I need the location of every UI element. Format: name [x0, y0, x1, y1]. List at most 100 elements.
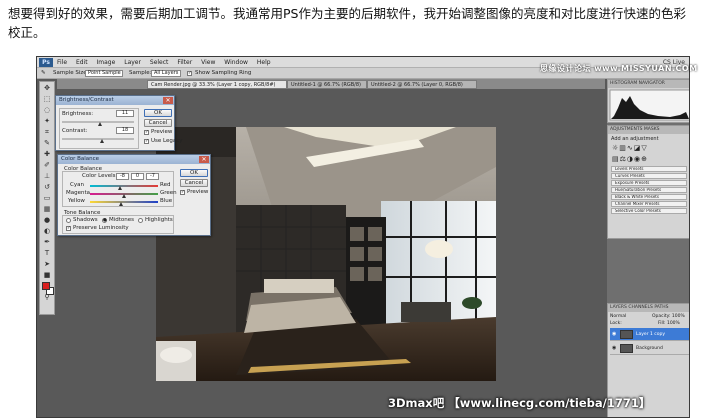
adjustments-panel-tabs[interactable]: ADJUSTMENTS MASKS [608, 126, 689, 134]
brightness-contrast-close-icon[interactable]: ✕ [163, 97, 173, 104]
cyan-red-slider[interactable] [90, 185, 158, 187]
color-balance-ok-button[interactable]: OK [180, 169, 208, 177]
brightness-cancel-button[interactable]: Cancel [144, 119, 172, 127]
color-level-2-input[interactable]: 0 [131, 173, 144, 180]
blend-mode-select[interactable]: Normal [610, 314, 626, 319]
preset-levels[interactable]: Levels Presets [611, 166, 687, 172]
menu-help[interactable]: Help [257, 59, 271, 66]
tools-panel: ✥ ⬚ ◌ ✦ ⌗ ✎ ✚ ✐ ⊥ ↺ ▭ ▦ ● ◐ ✒ T ➤ ■ ✋ ⚲ [39, 81, 55, 315]
menu-filter[interactable]: Filter [177, 59, 192, 66]
brightness-contrast-title-text: Brightness/Contrast [59, 97, 114, 103]
marquee-tool-icon[interactable]: ⬚ [41, 94, 53, 104]
preset-hue-saturation[interactable]: Hue/Saturation Presets [611, 187, 687, 193]
yellow-blue-slider[interactable] [90, 201, 158, 203]
healing-brush-tool-icon[interactable]: ✚ [41, 149, 53, 159]
menu-window[interactable]: Window [224, 59, 248, 66]
black-white-adjust-icon[interactable]: ◑ [627, 155, 634, 163]
contrast-slider-thumb[interactable] [100, 139, 104, 143]
crop-tool-icon[interactable]: ⌗ [41, 127, 53, 137]
layer-name: Background [636, 346, 663, 351]
eye-icon[interactable]: ◉ [612, 345, 616, 351]
fill-field[interactable]: Fill: 100% [658, 321, 680, 326]
highlights-radio[interactable] [138, 218, 143, 223]
tab-cam-render[interactable]: Cam Render.jpg @ 33.3% (Layer 1 copy, RG… [147, 80, 287, 89]
histogram-panel-tabs[interactable]: HISTOGRAM NAVIGATOR [608, 80, 689, 88]
path-selection-tool-icon[interactable]: ➤ [41, 259, 53, 269]
brush-tool-icon[interactable]: ✐ [41, 160, 53, 170]
tab-untitled-2[interactable]: Untitled-2 @ 66.7% (Layer 0, RGB/8) [367, 80, 477, 89]
brightness-ok-button[interactable]: OK [144, 109, 172, 117]
contrast-slider[interactable] [62, 138, 134, 140]
use-legacy-label: Use Legacy [151, 138, 183, 144]
pen-tool-icon[interactable]: ✒ [41, 237, 53, 247]
preset-black-white[interactable]: Black & White Presets [611, 194, 687, 200]
menu-layer[interactable]: Layer [124, 59, 141, 66]
menu-select[interactable]: Select [150, 59, 169, 66]
color-balance-title: Color Balance ✕ [58, 155, 210, 164]
magenta-green-slider-thumb[interactable] [122, 194, 126, 198]
magic-wand-tool-icon[interactable]: ✦ [41, 116, 53, 126]
show-ring-label: Show Sampling Ring [195, 70, 252, 76]
hue-saturation-adjust-icon[interactable]: ▤ [612, 155, 620, 163]
color-balance-dialog: Color Balance ✕ Color Balance Color Leve… [57, 154, 211, 236]
eyedropper-tool-icon[interactable]: ✎ [41, 138, 53, 148]
use-legacy-checkbox[interactable]: ✓ [144, 139, 149, 144]
clone-stamp-tool-icon[interactable]: ⊥ [41, 171, 53, 181]
brightness-slider-thumb[interactable] [98, 122, 102, 126]
sample-size-select[interactable]: Point Sample [85, 70, 123, 77]
menu-view[interactable]: View [201, 59, 215, 66]
layer-row-layer-1-copy[interactable]: ◉ Layer 1 copy [610, 328, 689, 341]
foreground-color-swatch[interactable] [42, 282, 50, 290]
eraser-tool-icon[interactable]: ▭ [41, 193, 53, 203]
gradient-tool-icon[interactable]: ▦ [41, 204, 53, 214]
add-adjustment-label: Add an adjustment [611, 136, 659, 142]
color-level-1-input[interactable]: -8 [116, 173, 129, 180]
contrast-input[interactable]: 18 [116, 127, 134, 134]
color-balance-adjust-icon[interactable]: ⚖ [620, 155, 627, 163]
photoshop-logo: Ps [39, 58, 53, 67]
adjustments-panel: ADJUSTMENTS MASKS Add an adjustment ☼▥∿◪… [607, 125, 689, 239]
sample-size-label: Sample Size: [53, 70, 89, 76]
color-level-3-input[interactable]: -7 [146, 173, 159, 180]
menu-image[interactable]: Image [97, 59, 116, 66]
curves-adjust-icon[interactable]: ∿ [627, 144, 634, 152]
preset-channel-mixer[interactable]: Channel Mixer Presets [611, 201, 687, 207]
type-tool-icon[interactable]: T [41, 248, 53, 258]
color-balance-close-icon[interactable]: ✕ [199, 156, 209, 163]
preset-curves[interactable]: Curves Presets [611, 173, 687, 179]
brightness-contrast-title: Brightness/Contrast ✕ [56, 96, 174, 105]
layer-row-background[interactable]: ◉ Background [610, 342, 689, 355]
shape-tool-icon[interactable]: ■ [41, 270, 53, 280]
color-balance-preview-checkbox[interactable]: ✓ [180, 190, 185, 195]
show-ring-checkbox[interactable]: ✓ [187, 71, 192, 76]
sample-select[interactable]: All Layers [151, 70, 181, 77]
channel-mixer-adjust-icon[interactable]: ⊕ [641, 155, 648, 163]
opacity-field[interactable]: Opacity: 100% [652, 314, 685, 319]
levels-adjust-icon[interactable]: ▥ [619, 144, 627, 152]
move-tool-icon[interactable]: ✥ [41, 83, 53, 93]
midtones-radio[interactable]: ● [102, 218, 107, 223]
right-panels: HISTOGRAM NAVIGATOR ADJUSTMENTS MASKS Ad… [607, 79, 689, 417]
menu-edit[interactable]: Edit [76, 59, 88, 66]
tab-untitled-1[interactable]: Untitled-1 @ 66.7% (RGB/8) [287, 80, 367, 89]
eyedropper-icon[interactable]: ✎ [41, 68, 46, 79]
brightness-input[interactable]: 11 [116, 110, 134, 117]
eye-icon[interactable]: ◉ [612, 331, 616, 337]
yellow-blue-slider-thumb[interactable] [119, 202, 123, 206]
brightness-preview-checkbox[interactable]: ✓ [144, 130, 149, 135]
preset-selective-color[interactable]: Selective Color Presets [611, 208, 687, 214]
preset-exposure[interactable]: Exposure Presets [611, 180, 687, 186]
cyan-red-slider-thumb[interactable] [118, 186, 122, 190]
shadows-radio[interactable] [66, 218, 71, 223]
color-balance-cancel-button[interactable]: Cancel [180, 179, 208, 187]
lasso-tool-icon[interactable]: ◌ [41, 105, 53, 115]
menu-file[interactable]: File [57, 59, 67, 66]
history-brush-tool-icon[interactable]: ↺ [41, 182, 53, 192]
preserve-luminosity-checkbox[interactable]: ✓ [66, 226, 71, 231]
vibrance-adjust-icon[interactable]: ▽ [641, 144, 647, 152]
photoshop-window: Ps File Edit Image Layer Select Filter V… [36, 56, 690, 418]
red-label: Red [160, 182, 171, 188]
dodge-tool-icon[interactable]: ◐ [41, 226, 53, 236]
blur-tool-icon[interactable]: ● [41, 215, 53, 225]
layers-panel-tabs[interactable]: LAYERS CHANNELS PATHS [608, 304, 689, 312]
